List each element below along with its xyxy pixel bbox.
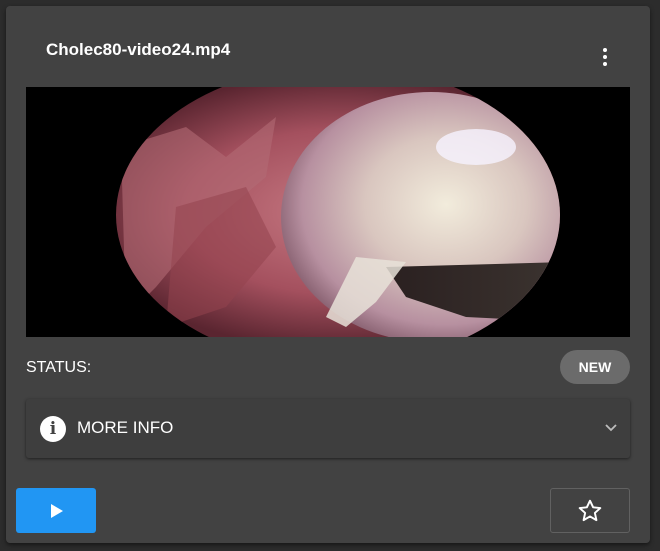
video-card: Cholec80-video24.mp4 STATUS: NEW i MORE …: [6, 6, 650, 543]
card-title: Cholec80-video24.mp4: [46, 40, 231, 59]
status-badge: NEW: [560, 350, 630, 384]
favorite-button[interactable]: [550, 488, 630, 533]
video-thumbnail[interactable]: [26, 87, 630, 337]
play-button[interactable]: [16, 488, 96, 533]
chevron-down-icon: [605, 424, 617, 432]
more-info-label: MORE INFO: [77, 418, 174, 437]
status-label: STATUS:: [26, 359, 92, 376]
thumbnail-image: [26, 87, 630, 337]
play-icon: [51, 503, 63, 518]
more-options-icon[interactable]: [592, 40, 618, 74]
information-icon: i: [40, 416, 66, 442]
more-info-expander[interactable]: i MORE INFO: [26, 399, 630, 458]
star-outline-icon: [578, 499, 602, 521]
